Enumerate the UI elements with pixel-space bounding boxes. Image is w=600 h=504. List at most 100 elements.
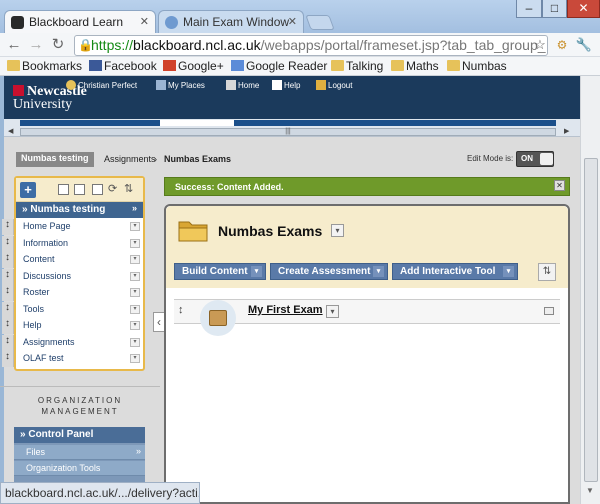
course-menu-toolbar: + ⟳ ⇅: [16, 178, 143, 202]
course-menu-item[interactable]: Roster ▾: [16, 285, 143, 301]
edit-mode-toggle[interactable]: ON: [516, 151, 554, 167]
crest-icon: [13, 85, 24, 96]
chevron-down-icon[interactable]: ▾: [130, 222, 140, 231]
forward-icon[interactable]: →: [26, 35, 46, 55]
bookmark-facebook[interactable]: Facebook: [88, 58, 157, 75]
link-label: Logout: [328, 81, 353, 90]
chevron-right-icon[interactable]: »: [132, 203, 137, 213]
new-window-icon[interactable]: [92, 184, 103, 195]
chevron-down-icon: ▾: [503, 266, 514, 277]
drag-handle-icon[interactable]: ↕: [2, 351, 14, 367]
minimize-button[interactable]: –: [516, 0, 542, 18]
course-menu-item[interactable]: Help ▾: [16, 318, 143, 334]
chevron-down-icon[interactable]: ▾: [130, 288, 140, 297]
bookmark-numbas[interactable]: Numbas: [446, 58, 507, 75]
control-panel-title[interactable]: » Control Panel: [14, 427, 145, 443]
tab-blackboard-learn[interactable]: Blackboard Learn ✕: [4, 10, 156, 33]
folder-view-icon[interactable]: [74, 184, 85, 195]
tab-close-icon[interactable]: ✕: [288, 15, 297, 28]
drag-handle-icon[interactable]: ↕: [2, 268, 14, 285]
new-tab-button[interactable]: [305, 15, 335, 30]
bookmark-google-reader[interactable]: Google Reader: [230, 58, 327, 75]
chevron-down-icon[interactable]: ▾: [326, 305, 339, 318]
organization-management-heading: ORGANIZATION MANAGEMENT: [18, 395, 142, 417]
blackboard-favicon-icon: [11, 16, 24, 29]
chevron-down-icon[interactable]: ▾: [130, 255, 140, 264]
bookmark-google-plus[interactable]: Google+: [162, 58, 224, 75]
control-panel-item-organization-tools[interactable]: Organization Tools: [14, 461, 145, 476]
maximize-button[interactable]: □: [542, 0, 567, 18]
reorder-icon[interactable]: ⇅: [538, 263, 556, 281]
page-scrollbar[interactable]: ▲ ▼: [580, 76, 600, 504]
build-content-button[interactable]: Build Content ▾: [174, 263, 266, 280]
tab-close-icon[interactable]: ✕: [140, 15, 149, 28]
course-menu-item[interactable]: OLAF test ▾: [16, 351, 143, 367]
reorder-icon[interactable]: ⇅: [124, 182, 133, 195]
address-bar[interactable]: 🔒 https://blackboard.ncl.ac.uk/webapps/p…: [74, 35, 548, 56]
drag-handle-icon[interactable]: ↕: [2, 252, 14, 268]
course-menu-item[interactable]: Tools ▾: [16, 302, 143, 318]
nav-tab[interactable]: [234, 120, 556, 126]
toggle-knob: [540, 153, 553, 165]
nav-tab[interactable]: [20, 120, 160, 126]
create-assessment-button[interactable]: Create Assessment ▾: [270, 263, 388, 280]
scroll-down-icon[interactable]: ▼: [586, 486, 594, 495]
course-menu-item[interactable]: Home Page ▾: [16, 219, 143, 235]
course-menu-item-label: OLAF test: [23, 353, 64, 363]
course-menu-item[interactable]: Information ▾: [16, 236, 143, 252]
close-window-button[interactable]: ✕: [567, 0, 600, 18]
bookmark-talking[interactable]: Talking: [330, 58, 383, 75]
add-interactive-tool-button[interactable]: Add Interactive Tool ▾: [392, 263, 518, 280]
bookmark-maths[interactable]: Maths: [390, 58, 439, 75]
help-link[interactable]: Help: [272, 80, 300, 90]
drag-handle-icon[interactable]: ↕: [2, 285, 14, 301]
collapse-icon[interactable]: [544, 307, 554, 315]
chevron-down-icon[interactable]: ▾: [130, 321, 140, 330]
drag-handle-icon[interactable]: ↕: [2, 334, 14, 351]
add-menu-item-button[interactable]: +: [20, 182, 36, 198]
scroll-right-icon[interactable]: ▶: [564, 127, 569, 135]
home-link[interactable]: Home: [226, 80, 259, 90]
control-panel-item-files[interactable]: Files »: [14, 445, 145, 460]
facebook-icon: [89, 60, 102, 71]
course-menu-item[interactable]: Discussions ▾: [16, 269, 143, 285]
drag-handle-icon[interactable]: ↕: [2, 235, 14, 252]
chevron-down-icon[interactable]: ▾: [130, 304, 140, 314]
list-view-icon[interactable]: [58, 184, 69, 195]
my-places-link[interactable]: My Places: [156, 80, 205, 90]
back-icon[interactable]: ←: [4, 35, 24, 55]
drag-handle-icon[interactable]: ↕: [2, 301, 14, 318]
reload-icon[interactable]: ↻: [48, 35, 68, 55]
chevron-down-icon[interactable]: ▾: [130, 271, 140, 281]
nav-tab-active[interactable]: [160, 120, 234, 126]
chevron-down-icon[interactable]: ▾: [130, 337, 140, 347]
refresh-icon[interactable]: ⟳: [108, 182, 117, 195]
nav-scroller[interactable]: |||: [20, 128, 556, 136]
globe-favicon-icon: [165, 16, 178, 29]
course-menu: + ⟳ ⇅ » Numbas testing » Home Page ▾ Infor…: [14, 176, 145, 371]
course-menu-title[interactable]: » Numbas testing »: [16, 202, 143, 218]
scrollbar-thumb[interactable]: [584, 158, 598, 482]
chevron-down-icon[interactable]: ▾: [130, 238, 140, 248]
course-menu-item[interactable]: Content ▾: [16, 252, 143, 268]
breadcrumb-assignments[interactable]: Assignments: [104, 154, 156, 164]
drag-handle-icon[interactable]: ↕: [178, 304, 188, 316]
course-menu-item[interactable]: Assignments ▾: [16, 335, 143, 351]
chevron-right-icon: »: [135, 446, 141, 456]
breadcrumb-course[interactable]: Numbas testing: [16, 152, 94, 167]
chevron-down-icon[interactable]: ▾: [331, 224, 344, 237]
wrench-icon[interactable]: 🔧: [574, 35, 594, 55]
button-label: Add Interactive Tool: [400, 266, 496, 277]
content-item-title[interactable]: My First Exam: [248, 304, 323, 316]
drag-handle-icon[interactable]: ↕: [2, 219, 14, 235]
extension-icon[interactable]: ⚙: [552, 35, 572, 55]
scroll-left-icon[interactable]: ◀: [8, 127, 13, 135]
close-icon[interactable]: ✕: [554, 180, 565, 191]
bookmark-bookmarks[interactable]: Bookmarks: [6, 58, 82, 75]
chevron-down-icon[interactable]: ▾: [130, 354, 140, 363]
drag-handle-icon[interactable]: ↕: [2, 318, 14, 334]
logout-link[interactable]: Logout: [316, 80, 352, 90]
breadcrumb: Numbas testing Assignments › Numbas Exam…: [4, 148, 564, 170]
star-icon[interactable]: ☆: [530, 35, 550, 55]
tab-main-exam-window[interactable]: Main Exam Window ✕: [158, 10, 304, 33]
